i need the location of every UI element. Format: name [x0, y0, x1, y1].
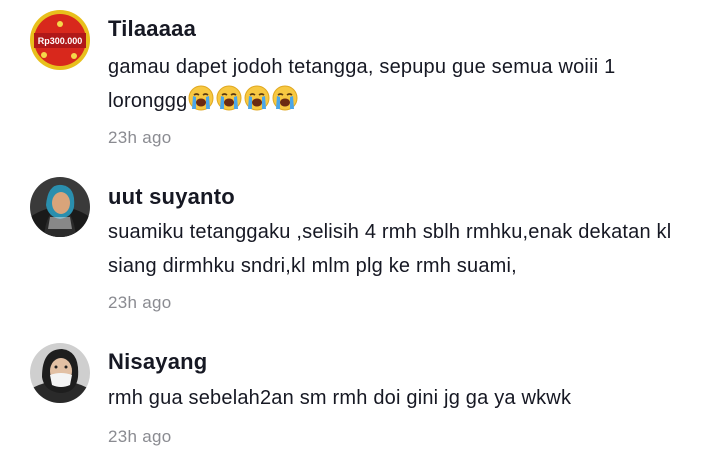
avatar[interactable]: Rp300.000 [30, 10, 90, 70]
comment-text: suamiku tetanggaku ,selisih 4 rmh sblh r… [108, 221, 672, 277]
comment-username[interactable]: uut suyanto [108, 184, 235, 210]
avatar[interactable] [30, 343, 90, 403]
loudly-crying-face-icon [216, 85, 242, 111]
comment-text: gamau dapet jodoh tetangga, sepupu gue s… [108, 50, 668, 118]
comment-timestamp: 23h ago [108, 427, 172, 446]
comment-text: rmh gua sebelah2an sm rmh doi gini jg ga… [108, 387, 572, 409]
loudly-crying-face-icon [188, 85, 214, 111]
loudly-crying-face-icon [244, 85, 270, 111]
avatar-image [30, 177, 90, 237]
comment-item: Rp300.000 Tilaaaaa gamau dapet jodoh tet… [0, 0, 721, 160]
loudly-crying-face-icon [272, 85, 298, 111]
comment-item: Nisayang rmh gua sebelah2an sm rmh doi g… [0, 330, 721, 463]
comment-timestamp: 23h ago [108, 128, 172, 147]
comment-username[interactable]: Nisayang [108, 349, 207, 375]
avatar[interactable] [30, 177, 90, 237]
comment-username[interactable]: Tilaaaaa [108, 16, 196, 42]
emoji-group [188, 85, 298, 111]
comment-text-body: gamau dapet jodoh tetangga, sepupu gue s… [108, 56, 616, 112]
avatar-image [30, 343, 90, 403]
comment-item: uut suyanto suamiku tetanggaku ,selisih … [0, 160, 721, 330]
comment-timestamp: 23h ago [108, 293, 172, 312]
avatar-image: Rp300.000 [30, 10, 90, 70]
avatar-badge-text: Rp300.000 [38, 36, 83, 46]
